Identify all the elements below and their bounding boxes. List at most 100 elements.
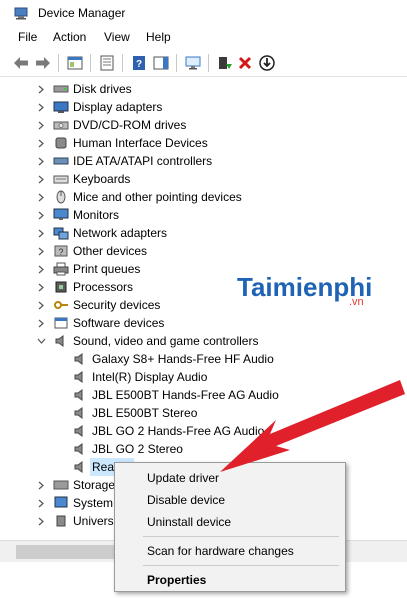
usb-icon: [56, 515, 66, 527]
update-driver-toolbar-button[interactable]: [216, 54, 234, 72]
properties-toolbar-button[interactable]: [98, 54, 116, 72]
toolbar: ?: [0, 50, 407, 77]
menu-help[interactable]: Help: [146, 30, 171, 44]
tree-item-disk-drives[interactable]: Disk drives: [0, 80, 300, 98]
tree-item-display-adapters[interactable]: Display adapters: [0, 98, 300, 116]
expand-chevron-icon[interactable]: [36, 134, 46, 152]
tree-item-label: JBL GO 2 Stereo: [92, 442, 183, 456]
device-manager-icon: [14, 7, 28, 20]
tree-item-ide-controllers[interactable]: IDE ATA/ATAPI controllers: [0, 152, 300, 170]
expand-chevron-icon[interactable]: [36, 170, 46, 188]
expand-chevron-icon[interactable]: [36, 296, 46, 314]
expand-chevron-icon[interactable]: [36, 116, 46, 134]
menu-action[interactable]: Action: [53, 30, 86, 44]
expand-chevron-icon[interactable]: [36, 314, 46, 332]
tree-item-label: JBL E500BT Stereo: [92, 406, 198, 420]
speaker-icon: [74, 389, 83, 401]
storage-icon: [53, 480, 69, 490]
disable-device-toolbar-button[interactable]: [258, 54, 276, 72]
speaker-icon: [74, 371, 83, 383]
menu-bar: File Action View Help: [0, 28, 407, 48]
tree-item-network-adapters[interactable]: Network adapters: [0, 224, 300, 242]
other-devices-icon: ?: [54, 245, 68, 257]
tree-item-monitors[interactable]: Monitors: [0, 206, 300, 224]
dvd-drive-icon: [53, 121, 69, 130]
tree-item-label: System: [73, 496, 114, 510]
expand-chevron-icon[interactable]: [36, 242, 46, 260]
menu-item-properties[interactable]: Properties: [147, 573, 206, 587]
tree-item-sound-controllers[interactable]: Sound, video and game controllers: [0, 332, 300, 350]
uninstall-device-toolbar-button[interactable]: [236, 54, 254, 72]
expand-chevron-icon[interactable]: [36, 206, 46, 224]
help-book-icon: ?: [133, 56, 145, 70]
toolbar-separator: [208, 54, 209, 72]
logo-tld: .vn: [349, 296, 364, 308]
speaker-icon: [74, 353, 83, 365]
keyboard-icon: [53, 175, 69, 184]
show-hide-console-tree-button[interactable]: [66, 54, 84, 72]
download-circle-icon: [259, 55, 275, 71]
title-bar: Device Manager: [0, 0, 407, 26]
expand-chevron-icon[interactable]: [36, 152, 46, 170]
tree-item-galaxy-s8[interactable]: Galaxy S8+ Hands-Free HF Audio: [0, 350, 300, 368]
forward-button[interactable]: [34, 54, 52, 72]
tree-item-dvd-drives[interactable]: DVD/CD-ROM drives: [0, 116, 300, 134]
collapse-chevron-icon[interactable]: [36, 332, 46, 350]
mouse-icon: [56, 190, 66, 204]
red-x-icon: [238, 56, 252, 70]
forward-arrow-icon: [36, 57, 50, 69]
taimienphi-logo: Taimienphi .vn: [237, 272, 397, 312]
tree-item-label: Security devices: [73, 298, 161, 312]
tree-item-mice[interactable]: Mice and other pointing devices: [0, 188, 300, 206]
speaker-icon: [74, 461, 83, 473]
expand-chevron-icon[interactable]: [36, 98, 46, 116]
tree-item-hid[interactable]: Human Interface Devices: [0, 134, 300, 152]
hid-icon: [55, 137, 67, 149]
tree-item-label: Disk drives: [73, 82, 132, 96]
software-device-icon: [54, 317, 68, 329]
expand-chevron-icon[interactable]: [36, 494, 46, 512]
speaker-icon: [74, 407, 83, 419]
printer-icon: [53, 262, 69, 276]
display-adapter-icon: [53, 101, 69, 113]
tree-item-label: Intel(R) Display Audio: [92, 370, 208, 384]
menu-item-disable-device[interactable]: Disable device: [147, 493, 225, 507]
expand-chevron-icon[interactable]: [36, 188, 46, 206]
tree-item-label: Processors: [73, 280, 134, 294]
menu-view[interactable]: View: [104, 30, 130, 44]
monitor-icon: [53, 208, 69, 220]
menu-file[interactable]: File: [18, 30, 37, 44]
ide-controller-icon: [53, 157, 69, 165]
speaker-icon: [55, 335, 64, 347]
expand-chevron-icon[interactable]: [36, 80, 46, 98]
tree-item-label: IDE ATA/ATAPI controllers: [73, 154, 213, 168]
expand-chevron-icon[interactable]: [36, 278, 46, 296]
tree-item-label: Network adapters: [73, 226, 168, 240]
menu-item-uninstall-device[interactable]: Uninstall device: [147, 515, 231, 529]
toolbar-separator: [176, 54, 177, 72]
action-pane-icon: [153, 56, 169, 70]
system-icon: [54, 496, 68, 508]
tree-item-label: Univers: [73, 514, 114, 528]
console-tree-icon: [67, 56, 83, 70]
tree-item-software-devices[interactable]: Software devices: [0, 314, 300, 332]
scrollbar-thumb[interactable]: [16, 545, 116, 559]
tree-item-keyboards[interactable]: Keyboards: [0, 170, 300, 188]
menu-item-scan-hardware[interactable]: Scan for hardware changes: [147, 544, 294, 558]
expand-chevron-icon[interactable]: [36, 476, 46, 494]
tree-item-label: Print queues: [73, 262, 141, 276]
menu-item-update-driver[interactable]: Update driver: [147, 471, 219, 485]
tree-item-other-devices[interactable]: ? Other devices: [0, 242, 300, 260]
action-pane-button[interactable]: [152, 54, 170, 72]
scan-hardware-button[interactable]: [184, 54, 202, 72]
menu-separator: [143, 536, 339, 537]
properties-sheet-icon: [100, 55, 114, 71]
expand-chevron-icon[interactable]: [36, 260, 46, 278]
expand-chevron-icon[interactable]: [36, 512, 46, 530]
back-button[interactable]: [12, 54, 30, 72]
tree-item-label: Software devices: [73, 316, 165, 330]
help-toolbar-button[interactable]: ?: [130, 54, 148, 72]
security-key-icon: [54, 301, 68, 309]
expand-chevron-icon[interactable]: [36, 224, 46, 242]
speaker-icon: [74, 425, 83, 437]
